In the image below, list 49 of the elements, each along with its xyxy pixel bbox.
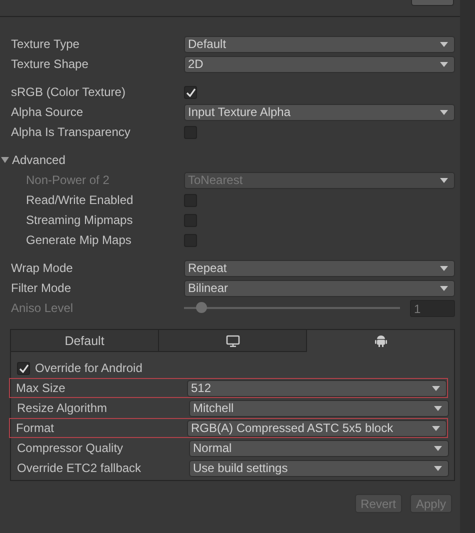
caret-icon [432, 386, 440, 390]
field-label: Override for Android [35, 361, 144, 375]
caret-icon [432, 426, 440, 430]
foldout-toggle[interactable]: Advanced [1, 153, 66, 167]
dropdown[interactable]: Default [184, 36, 455, 52]
field-label: Aniso Level [11, 301, 74, 315]
caret-icon [434, 466, 442, 470]
field-label: Alpha Source [11, 105, 84, 119]
caret-icon [440, 266, 448, 270]
field-label: Generate Mip Maps [26, 233, 132, 247]
field-label: Streaming Mipmaps [26, 213, 134, 227]
checkbox[interactable] [17, 362, 30, 374]
field-label: Filter Mode [11, 281, 72, 295]
field-label: Read/Write Enabled [26, 193, 134, 207]
caret-icon [440, 110, 448, 114]
field-label: Texture Type [11, 37, 80, 51]
checkbox[interactable] [184, 86, 197, 98]
android-icon [374, 334, 386, 347]
dropdown[interactable]: Repeat [184, 260, 455, 276]
dropdown[interactable]: Input Texture Alpha [184, 104, 455, 120]
caret-icon [440, 178, 448, 182]
field-label: Format [16, 421, 56, 435]
caret-icon [434, 446, 442, 450]
caret-icon [440, 62, 448, 66]
triangle-icon [1, 156, 9, 164]
dropdown[interactable]: Bilinear [184, 280, 455, 296]
field-label: Wrap Mode [11, 261, 74, 275]
dropdown[interactable]: RGB(A) Compressed ASTC 5x5 block [187, 420, 447, 436]
field-label: Resize Algorithm [17, 401, 108, 415]
dropdown[interactable]: 512 [187, 380, 447, 396]
monitor-icon [226, 334, 240, 346]
caret-icon [434, 406, 442, 410]
header-button[interactable] [411, 0, 454, 6]
checkmark-icon [186, 88, 196, 96]
field-label: Override ETC2 fallback [17, 461, 142, 475]
field-label: Non-Power of 2 [26, 173, 110, 187]
field-label: Texture Shape [11, 57, 90, 71]
field-label: Alpha Is Transparency [11, 125, 132, 139]
caret-icon [440, 286, 448, 290]
dropdown[interactable]: Normal [189, 440, 449, 456]
dropdown[interactable]: Use build settings [189, 460, 449, 476]
platform-tab[interactable]: Default [11, 330, 159, 352]
checkmark-icon [18, 364, 28, 372]
dropdown[interactable]: Mitchell [189, 400, 449, 416]
field-label: Compressor Quality [17, 441, 124, 455]
field-label: Max Size [16, 381, 66, 395]
field-label: sRGB (Color Texture) [11, 85, 126, 99]
caret-icon [440, 42, 448, 46]
dropdown[interactable]: 2D [184, 56, 455, 72]
